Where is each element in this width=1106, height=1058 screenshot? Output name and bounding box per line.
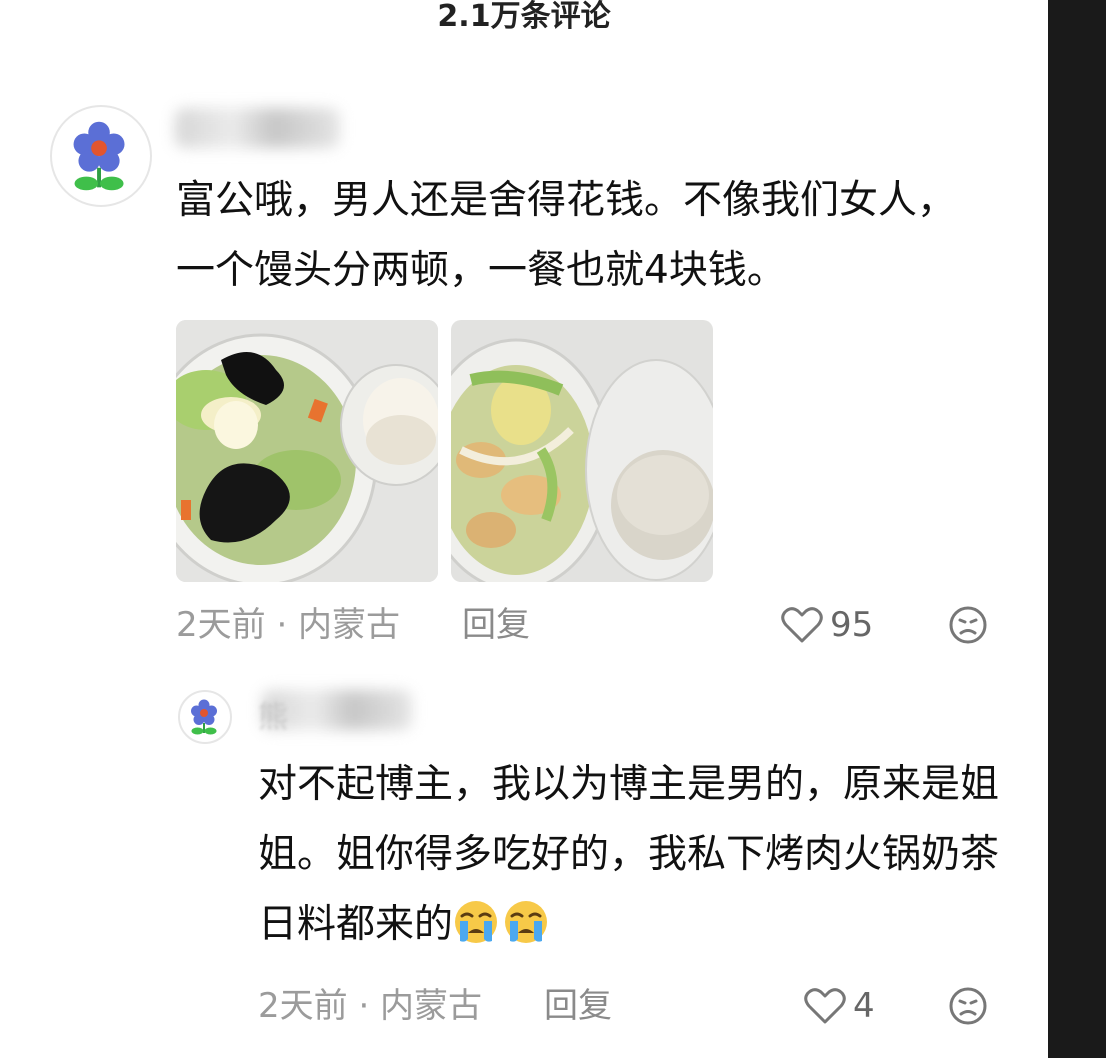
reply-username-partial: 熊 <box>258 700 288 735</box>
comment-photo-vegetables[interactable] <box>176 320 438 582</box>
comments-screen: 2.1万条评论 富公哦，男人还是舍得花钱。不像我们女人，一个馒头分两顿，一餐也就… <box>0 0 1048 1058</box>
reply-comment-text: 对不起博主，我以为博主是男的，原来是姐姐。姐你得多吃好的，我私下烤肉火锅奶茶日料… <box>258 750 1018 960</box>
dislike-button[interactable] <box>948 605 988 645</box>
time-location: 2天前 · 内蒙古 <box>176 605 401 645</box>
reply-time-location: 2天前 · 内蒙古 <box>258 986 483 1026</box>
blue-flower-icon <box>73 121 125 191</box>
reply-button[interactable]: 回复 <box>462 605 530 645</box>
heart-icon <box>804 988 846 1024</box>
like-button[interactable]: 95 <box>780 605 873 645</box>
comment-photo-stirfry[interactable] <box>451 320 713 582</box>
reply-like-button[interactable]: 4 <box>803 986 875 1026</box>
crying-face-icon <box>505 901 548 943</box>
reply-text-body: 对不起博主，我以为博主是男的，原来是姐姐。姐你得多吃好的，我私下烤肉火锅奶茶日料… <box>258 762 1000 947</box>
reply-avatar[interactable] <box>178 690 232 744</box>
comment-count-title: 2.1万条评论 <box>437 0 611 34</box>
like-count: 95 <box>830 605 874 645</box>
username-blurred <box>175 108 340 148</box>
reply-reply-button[interactable]: 回复 <box>544 986 612 1026</box>
sad-face-icon <box>949 606 987 644</box>
blue-flower-icon <box>191 699 217 735</box>
heart-icon <box>781 607 823 643</box>
comment-text: 富公哦，男人还是舍得花钱。不像我们女人，一个馒头分两顿，一餐也就4块钱。 <box>176 178 957 293</box>
reply-like-count: 4 <box>853 986 875 1026</box>
avatar[interactable] <box>50 105 152 207</box>
sad-face-icon <box>949 987 987 1025</box>
crying-face-icon <box>455 901 498 943</box>
reply-dislike-button[interactable] <box>948 986 988 1026</box>
